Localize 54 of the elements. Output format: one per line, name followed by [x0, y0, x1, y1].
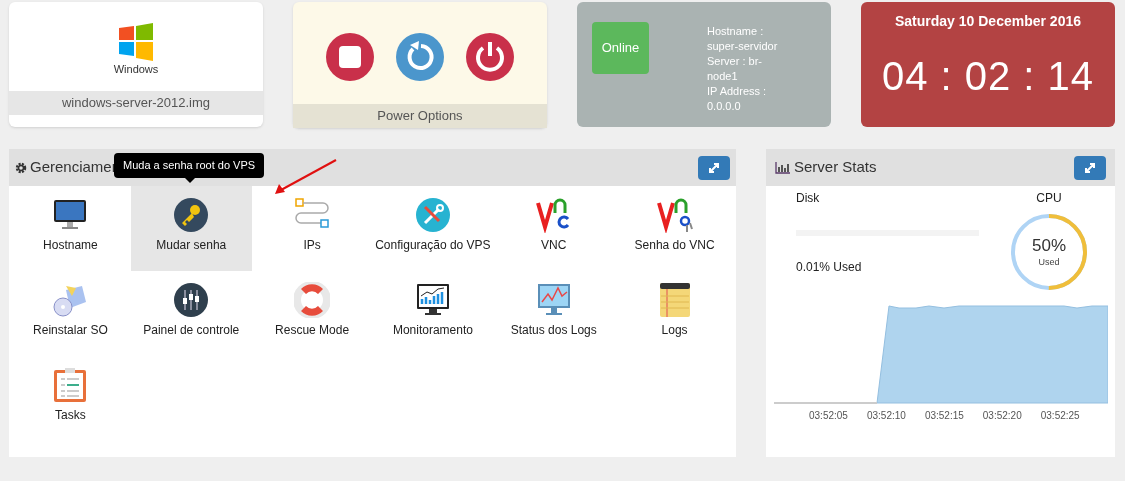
cpu-percent: 50%: [1032, 234, 1066, 256]
menu-tile[interactable]: Mudar senha: [130, 186, 252, 271]
menu-tile[interactable]: Painel de controle: [130, 271, 252, 356]
clipboard-icon: [52, 367, 89, 403]
line-chart-monitor-icon: [535, 282, 572, 318]
panel-title: Gerenciamer: [30, 157, 117, 178]
gear-icon: [15, 161, 27, 174]
logo-text: Windows: [113, 62, 159, 78]
disk-usage-text: 0.01% Used: [796, 259, 863, 276]
online-badge: Online: [592, 22, 649, 74]
time-axis-label: 03:52:15: [924, 409, 964, 423]
tooltip: Muda a senha root do VPS: [114, 153, 265, 178]
menu-tile[interactable]: Senha do VNC: [614, 186, 735, 271]
file-name: windows-server-2012.img: [9, 91, 263, 115]
key-icon: [173, 197, 210, 233]
expand-icon: [1084, 161, 1096, 174]
windows-logo-icon: [117, 23, 155, 62]
menu-tile[interactable]: Status dos Logs: [493, 271, 615, 356]
power-options-label: Power Options: [293, 104, 547, 128]
menu-tile[interactable]: Tasks: [10, 356, 131, 441]
arrow-drawing: [275, 159, 337, 195]
cpu-label: CPU: [1036, 190, 1062, 207]
vnc-key-icon: [656, 197, 693, 233]
menu-tile[interactable]: IPs: [251, 186, 373, 271]
wrench-icon: [414, 197, 451, 233]
menu-tile[interactable]: Reinstalar SO: [10, 271, 131, 356]
lifebuoy-icon: [294, 282, 331, 318]
panel-title: Server Stats: [794, 157, 877, 178]
server-details: Hostname : super-servidor Server : br- node1 IP Address : 0.0.0.0: [707, 24, 779, 114]
menu-tile[interactable]: Rescue Mode: [251, 271, 373, 356]
bar-chart-icon: [775, 161, 790, 174]
menu-tile[interactable]: Configuração do VPS: [372, 186, 494, 271]
restart-button[interactable]: [396, 33, 444, 81]
menu-tile[interactable]: Monitoramento: [372, 271, 494, 356]
expand-button[interactable]: [1074, 155, 1106, 180]
time-axis-label: 03:52:20: [982, 409, 1022, 423]
tooltip-pointer-icon: [185, 178, 195, 183]
date-text: Saturday 10 December 2016: [895, 12, 1081, 31]
time-axis-label: 03:52:10: [866, 409, 906, 423]
stop-button[interactable]: [326, 33, 374, 81]
cpu-used-label: Used: [1038, 255, 1060, 269]
disk-label: Disk: [796, 190, 821, 207]
time-axis-label: 03:52:05: [809, 409, 848, 423]
menu-tile[interactable]: Hostname: [10, 186, 131, 271]
time-axis-label: 03:52:25: [1040, 409, 1080, 423]
power-button[interactable]: [466, 33, 514, 81]
menu-tile[interactable]: VNC: [493, 186, 615, 271]
clock-time: 04 : 02 : 14: [881, 53, 1095, 100]
sliders-icon: [173, 282, 210, 318]
menu-tile[interactable]: Logs: [614, 271, 735, 356]
chart-monitor-icon: [414, 282, 451, 318]
expand-button[interactable]: [698, 155, 730, 180]
vnc-icon: [535, 197, 572, 233]
expand-icon: [708, 161, 720, 174]
